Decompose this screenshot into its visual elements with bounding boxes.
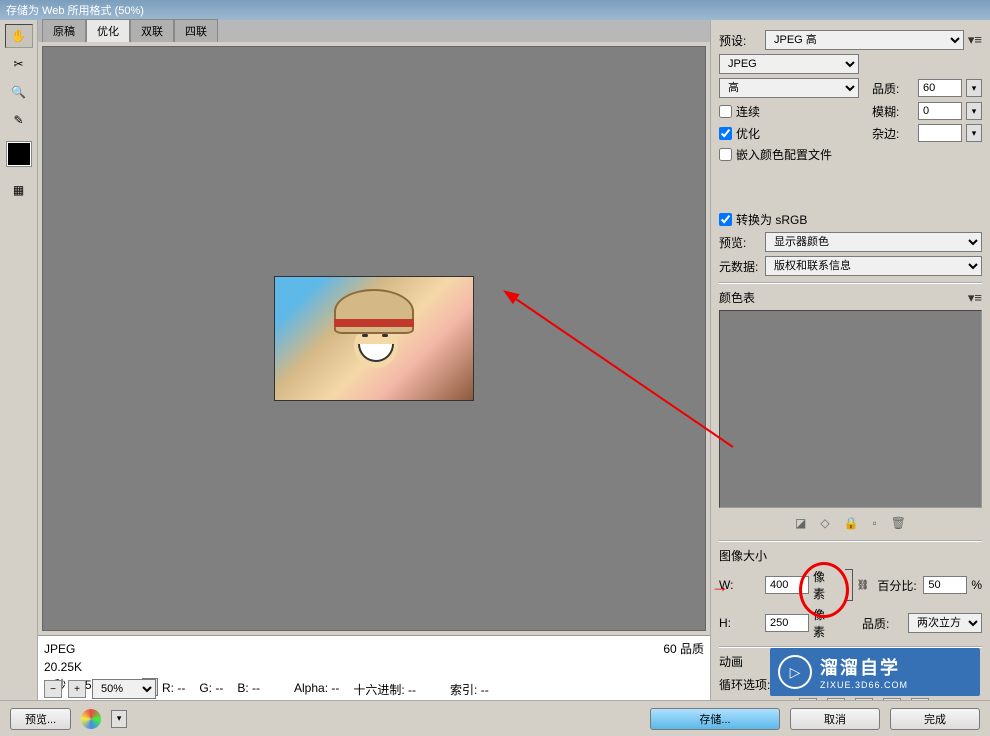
info-size: 20.25K bbox=[44, 658, 158, 676]
link-icon[interactable]: ⛓ bbox=[857, 580, 870, 591]
blur-slider-btn[interactable]: ▾ bbox=[966, 102, 982, 120]
right-panel: 预设: JPEG 高 ▾≡ JPEG 高 品质: ▾ 连续 模糊: ▾ 优化 杂… bbox=[710, 20, 990, 700]
metadata-select[interactable]: 版权和联系信息 bbox=[765, 256, 982, 276]
annotation-arrow bbox=[503, 287, 743, 457]
ct-lock-icon[interactable]: 🔒 bbox=[844, 516, 859, 530]
r-value: R: -- bbox=[162, 681, 185, 698]
progressive-check[interactable] bbox=[719, 105, 732, 118]
preview-tabs: 原稿 优化 双联 四联 bbox=[38, 20, 710, 42]
resample-label: 品质: bbox=[862, 615, 904, 632]
quality-input[interactable] bbox=[918, 79, 962, 97]
index-value: 索引: -- bbox=[450, 681, 489, 698]
done-button[interactable]: 完成 bbox=[890, 708, 980, 730]
canvas-viewport[interactable] bbox=[42, 46, 706, 631]
quality-slider-btn[interactable]: ▾ bbox=[966, 79, 982, 97]
image-size-title: 图像大小 bbox=[719, 547, 767, 564]
embed-label: 嵌入颜色配置文件 bbox=[736, 146, 832, 163]
tab-original[interactable]: 原稿 bbox=[42, 19, 86, 42]
hex-value: 十六进制: -- bbox=[353, 681, 416, 698]
color-table-menu-icon[interactable]: ▾≡ bbox=[968, 290, 982, 306]
alpha-value: Alpha: -- bbox=[294, 681, 339, 698]
eyedropper-tool[interactable]: ✎ bbox=[5, 108, 33, 132]
hand-tool[interactable]: ✋ bbox=[5, 24, 33, 48]
height-unit: 像素 bbox=[813, 606, 834, 640]
cancel-button[interactable]: 取消 bbox=[790, 708, 880, 730]
matte-label: 杂边: bbox=[872, 125, 914, 142]
dialog-footer: 预览... ▾ 存储... 取消 完成 bbox=[0, 700, 990, 736]
optimize-check[interactable] bbox=[719, 127, 732, 140]
width-input[interactable] bbox=[765, 576, 809, 594]
blur-label: 模糊: bbox=[872, 103, 914, 120]
height-label: H: bbox=[719, 616, 761, 630]
optimize-label: 优化 bbox=[736, 125, 760, 142]
animation-title: 动画 bbox=[719, 653, 743, 670]
zoom-in-btn[interactable]: + bbox=[68, 680, 86, 698]
loop-label: 循环选项: bbox=[719, 676, 770, 693]
ct-icon-2[interactable]: ◇ bbox=[820, 516, 829, 530]
zoom-info-bar: − + 50% R: -- G: -- B: -- Alpha: -- 十六进制… bbox=[44, 678, 664, 700]
browser-icon[interactable] bbox=[81, 709, 101, 729]
info-quality: 60 品质 bbox=[663, 640, 704, 658]
watermark-text: 溜溜自学 bbox=[820, 654, 908, 680]
tab-4up[interactable]: 四联 bbox=[174, 19, 218, 42]
format-select[interactable]: JPEG bbox=[719, 54, 859, 74]
srgb-check[interactable] bbox=[719, 213, 732, 226]
preview-select[interactable]: 显示器颜色 bbox=[765, 232, 982, 252]
preset-select[interactable]: JPEG 高 bbox=[765, 30, 964, 50]
width-label: W: bbox=[719, 578, 761, 592]
zoom-select[interactable]: 50% bbox=[92, 679, 156, 699]
percent-sym: % bbox=[971, 578, 982, 592]
foreground-color[interactable] bbox=[7, 142, 31, 166]
b-value: B: -- bbox=[237, 681, 260, 698]
color-table[interactable] bbox=[719, 310, 982, 508]
percent-label: 百分比: bbox=[877, 577, 919, 594]
zoom-tool[interactable]: 🔍 bbox=[5, 80, 33, 104]
save-button[interactable]: 存储... bbox=[650, 708, 780, 730]
metadata-label: 元数据: bbox=[719, 258, 761, 275]
tab-2up[interactable]: 双联 bbox=[130, 19, 174, 42]
ct-new-icon[interactable]: ▫ bbox=[873, 516, 877, 530]
srgb-label: 转换为 sRGB bbox=[736, 211, 807, 228]
color-table-label: 颜色表 bbox=[719, 289, 755, 306]
preset-label: 预设: bbox=[719, 32, 761, 49]
matte-swatch[interactable] bbox=[918, 124, 962, 142]
browser-dropdown[interactable]: ▾ bbox=[111, 710, 127, 728]
resample-select[interactable]: 两次立方 bbox=[908, 613, 982, 633]
zoom-out-btn[interactable]: − bbox=[44, 680, 62, 698]
blur-input[interactable] bbox=[918, 102, 962, 120]
height-input[interactable] bbox=[765, 614, 809, 632]
left-toolbar: ✋ ✂ 🔍 ✎ ▦ bbox=[0, 20, 38, 700]
progressive-label: 连续 bbox=[736, 103, 760, 120]
matte-dropdown[interactable]: ▾ bbox=[966, 124, 982, 142]
info-format: JPEG bbox=[44, 640, 158, 658]
embed-check[interactable] bbox=[719, 148, 732, 161]
slice-tool[interactable]: ✂ bbox=[5, 52, 33, 76]
ct-trash-icon[interactable]: 🗑 bbox=[891, 516, 906, 530]
quality-label: 品质: bbox=[872, 80, 914, 97]
percent-input[interactable] bbox=[923, 576, 967, 594]
color-table-controls: ◪ ◇ 🔒 ▫ 🗑 bbox=[719, 512, 982, 534]
toggle-slices[interactable]: ▦ bbox=[5, 178, 33, 202]
preview-button[interactable]: 预览... bbox=[10, 708, 71, 730]
quality-level-select[interactable]: 高 bbox=[719, 78, 859, 98]
watermark: ▷ 溜溜自学 ZIXUE.3D66.COM bbox=[770, 648, 980, 696]
watermark-url: ZIXUE.3D66.COM bbox=[820, 680, 908, 690]
g-value: G: -- bbox=[199, 681, 223, 698]
window-titlebar: 存储为 Web 所用格式 (50%) bbox=[0, 0, 990, 20]
preview-image bbox=[274, 276, 474, 401]
preset-menu-icon[interactable]: ▾≡ bbox=[968, 32, 982, 48]
width-unit: 像素 bbox=[813, 568, 835, 602]
play-icon: ▷ bbox=[778, 655, 812, 689]
ct-icon-1[interactable]: ◪ bbox=[795, 516, 806, 530]
tab-optimized[interactable]: 优化 bbox=[86, 19, 130, 42]
preview-label: 预览: bbox=[719, 234, 761, 251]
